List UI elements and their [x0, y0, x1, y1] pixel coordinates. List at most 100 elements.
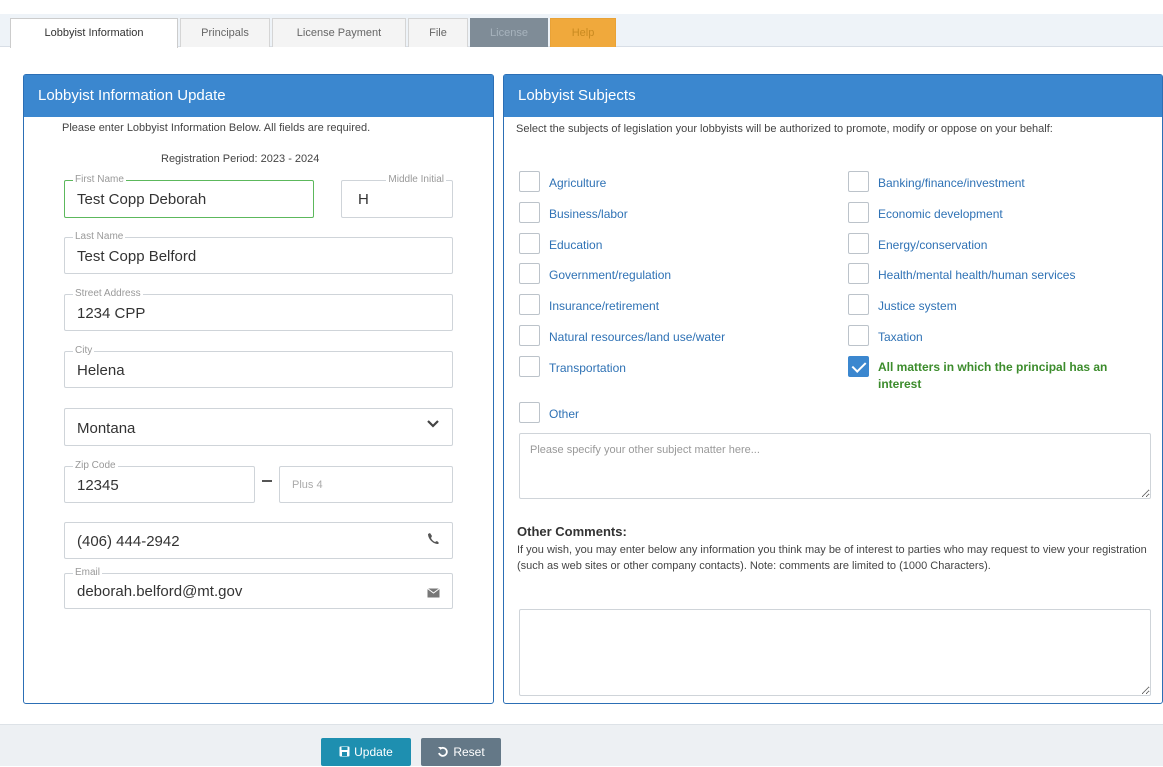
- tab-lobbyist-information[interactable]: Lobbyist Information: [10, 18, 178, 48]
- field-label: Street Address: [73, 288, 143, 300]
- subject-option[interactable]: Economic development: [848, 201, 1148, 226]
- lobbyist-information-panel: Lobbyist Information Update Please enter…: [23, 74, 494, 704]
- subject-option[interactable]: Agriculture: [519, 171, 819, 195]
- field-value: Helena: [77, 362, 125, 379]
- checkbox-label: Government/regulation: [549, 268, 672, 283]
- subject-option[interactable]: Natural resources/land use/water: [519, 325, 819, 349]
- button-label: Update: [354, 745, 393, 759]
- subject-option[interactable]: Education: [519, 232, 819, 257]
- checkbox-label: Justice system: [878, 299, 957, 314]
- other-comments-textarea[interactable]: [519, 609, 1151, 696]
- tab-help[interactable]: Help: [550, 18, 616, 47]
- subject-option[interactable]: All matters in which the principal has a…: [848, 355, 1148, 391]
- zip-plus4-field[interactable]: Plus 4: [279, 466, 453, 503]
- field-value: (406) 444-2942: [77, 533, 180, 550]
- field-label: Middle Initial: [386, 174, 446, 186]
- middle-initial-field[interactable]: Middle Initial H: [341, 174, 453, 218]
- field-value: H: [358, 191, 369, 208]
- checkbox[interactable]: [848, 232, 869, 254]
- subject-option[interactable]: Insurance/retirement: [519, 294, 819, 318]
- envelope-icon: [427, 585, 440, 601]
- checkbox[interactable]: [848, 355, 869, 377]
- tab-license[interactable]: License: [470, 18, 548, 47]
- form-footer: [0, 724, 1163, 766]
- subject-option[interactable]: Transportation: [519, 355, 819, 380]
- checkbox[interactable]: [519, 201, 540, 223]
- tab-file[interactable]: File: [408, 18, 468, 47]
- checkbox[interactable]: [848, 294, 869, 316]
- tab-label: License Payment: [296, 27, 382, 39]
- city-field[interactable]: City Helena: [64, 345, 453, 388]
- checkbox-label: Natural resources/land use/water: [549, 330, 726, 344]
- subject-option[interactable]: Taxation: [848, 325, 1148, 349]
- other-subject-textarea[interactable]: [519, 433, 1151, 499]
- tab-label: File: [429, 27, 447, 39]
- subject-option[interactable]: Justice system: [848, 294, 1148, 318]
- checkbox-label: Banking/finance/investment: [878, 176, 1025, 190]
- checkbox-label: Economic development: [878, 206, 1003, 221]
- field-value: 1234 CPP: [77, 305, 146, 322]
- state-select[interactable]: Montana: [64, 408, 453, 446]
- lobbyist-subjects-panel: Lobbyist Subjects Select the subjects of…: [503, 74, 1163, 704]
- checkbox[interactable]: [519, 402, 540, 423]
- button-label: Reset: [453, 745, 485, 759]
- tab-label: License: [490, 27, 528, 39]
- checkbox[interactable]: [519, 355, 540, 377]
- subject-option[interactable]: Government/regulation: [519, 263, 819, 287]
- checkbox-label: Business/labor: [549, 206, 628, 221]
- registration-period: Registration Period: 2023 - 2024: [161, 153, 320, 165]
- selected-state: Montana: [77, 420, 136, 437]
- last-name-field[interactable]: Last Name Test Copp Belford: [64, 231, 453, 274]
- zip-dash: [262, 480, 272, 482]
- checkbox[interactable]: [519, 294, 540, 316]
- field-value: Test Copp Belford: [77, 248, 197, 265]
- field-value: Test Copp Deborah: [77, 191, 207, 208]
- checkbox[interactable]: [848, 325, 869, 346]
- phone-field[interactable]: (406) 444-2942: [64, 522, 453, 559]
- checkbox-label: Insurance/retirement: [549, 299, 660, 314]
- reset-button[interactable]: Reset: [421, 738, 501, 766]
- tab-principals[interactable]: Principals: [180, 18, 270, 47]
- checkbox[interactable]: [519, 263, 540, 285]
- checkbox-label: Transportation: [549, 360, 626, 375]
- checkbox-label: Agriculture: [549, 176, 607, 190]
- subject-option[interactable]: Business/labor: [519, 201, 819, 226]
- undo-icon: [437, 739, 449, 767]
- email-field[interactable]: Email deborah.belford@mt.gov: [64, 567, 453, 609]
- tab-label: Principals: [201, 27, 249, 39]
- checkbox[interactable]: [848, 171, 869, 192]
- checkbox[interactable]: [848, 263, 869, 285]
- update-button[interactable]: Update: [321, 738, 411, 766]
- tab-label: Lobbyist Information: [44, 27, 144, 39]
- panel-title: Lobbyist Information Update: [24, 75, 493, 117]
- panel-title: Lobbyist Subjects: [504, 75, 1162, 117]
- phone-icon: [427, 532, 440, 548]
- instruction-text: Please enter Lobbyist Information Below.…: [62, 122, 371, 134]
- street-address-field[interactable]: Street Address 1234 CPP: [64, 288, 453, 331]
- checkbox-label: Energy/conservation: [878, 237, 988, 252]
- checkbox[interactable]: [519, 171, 540, 192]
- checkbox[interactable]: [519, 232, 540, 254]
- first-name-field[interactable]: First Name Test Copp Deborah: [64, 174, 314, 218]
- subject-option[interactable]: Health/mental health/human services: [848, 263, 1148, 287]
- checkbox[interactable]: [848, 201, 869, 223]
- tab-label: Help: [571, 27, 595, 39]
- field-value: 12345: [77, 477, 119, 494]
- field-label: Email: [73, 567, 103, 579]
- checkbox-label: Education: [549, 237, 603, 252]
- tab-license-payment[interactable]: License Payment: [272, 18, 406, 47]
- other-comments-description: If you wish, you may enter below any inf…: [517, 544, 1147, 572]
- chevron-down-icon: [426, 417, 440, 434]
- other-comments-title: Other Comments:: [517, 524, 627, 539]
- subjects-instruction: Select the subjects of legislation your …: [516, 123, 1053, 135]
- checkbox-label: Other: [549, 407, 580, 421]
- subject-option[interactable]: Banking/finance/investment: [848, 171, 1148, 195]
- subject-option[interactable]: Energy/conservation: [848, 232, 1148, 257]
- subject-other[interactable]: Other: [519, 402, 719, 426]
- field-placeholder: Plus 4: [292, 479, 323, 491]
- checkbox-label: Health/mental health/human services: [878, 268, 1076, 283]
- field-value: deborah.belford@mt.gov: [77, 583, 243, 600]
- field-label: City: [73, 345, 95, 357]
- checkbox[interactable]: [519, 325, 540, 346]
- zip-code-field[interactable]: Zip Code 12345: [64, 460, 255, 503]
